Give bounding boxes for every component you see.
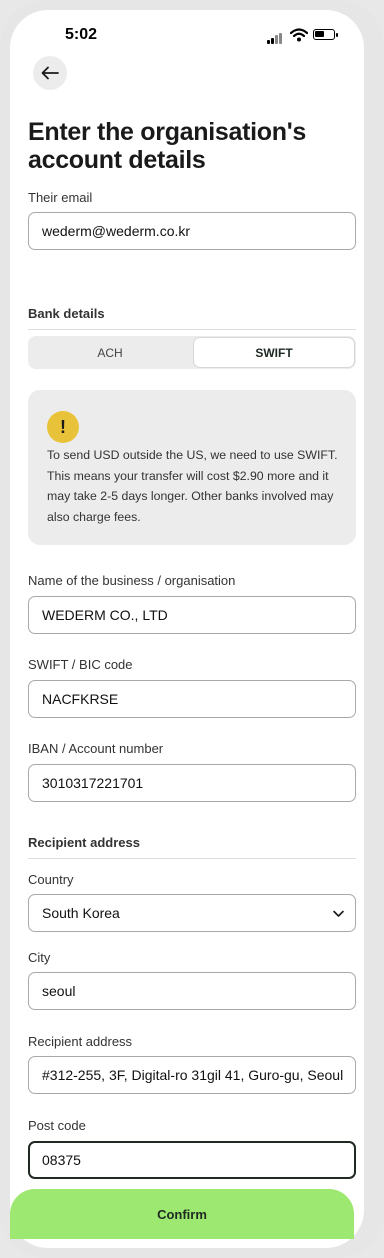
email-label: Their email <box>28 190 93 205</box>
address-label: Recipient address <box>28 1034 133 1049</box>
business-name-label: Name of the business / organisation <box>28 573 236 588</box>
swift-code-label: SWIFT / BIC code <box>28 657 133 672</box>
exclamation-icon: ! <box>47 411 79 443</box>
city-field[interactable]: seoul <box>28 972 356 1010</box>
cellular-signal-icon <box>267 32 285 44</box>
city-label: City <box>28 950 51 965</box>
page-title: Enter the organisation's account details <box>28 118 306 174</box>
postcode-label: Post code <box>28 1118 86 1133</box>
recipient-address-heading: Recipient address <box>28 835 356 859</box>
country-label: Country <box>28 872 74 887</box>
confirm-button[interactable]: Confirm <box>10 1189 354 1239</box>
payment-method-toggle: ACH SWIFT <box>28 336 356 369</box>
iban-field[interactable]: 3010317221701 <box>28 764 356 802</box>
chevron-down-icon <box>333 910 344 917</box>
email-field[interactable]: wederm@wederm.co.kr <box>28 212 356 250</box>
bank-details-heading: Bank details <box>28 306 356 330</box>
phone-frame: 5:02 Enter the organisation's account de… <box>0 0 384 1258</box>
country-select[interactable]: South Korea <box>28 894 356 932</box>
arrow-left-icon <box>41 66 59 80</box>
postcode-field[interactable]: 08375 <box>28 1141 356 1179</box>
status-time: 5:02 <box>65 26 98 43</box>
battery-icon <box>313 29 338 40</box>
tab-swift[interactable]: SWIFT <box>194 338 354 367</box>
iban-label: IBAN / Account number <box>28 741 164 756</box>
business-name-field[interactable]: WEDERM CO., LTD <box>28 596 356 634</box>
back-button[interactable] <box>33 56 67 90</box>
address-field[interactable]: #312-255, 3F, Digital-ro 31gil 41, Guro-… <box>28 1056 356 1094</box>
screen: 5:02 Enter the organisation's account de… <box>10 10 364 1248</box>
country-value: South Korea <box>42 905 120 921</box>
swift-code-field[interactable]: NACFKRSE <box>28 680 356 718</box>
swift-notice: ! To send USD outside the US, we need to… <box>28 390 356 545</box>
notice-text: To send USD outside the US, we need to u… <box>47 448 338 524</box>
wifi-icon <box>290 28 308 42</box>
status-bar: 5:02 <box>10 10 364 60</box>
tab-ach[interactable]: ACH <box>30 338 190 367</box>
